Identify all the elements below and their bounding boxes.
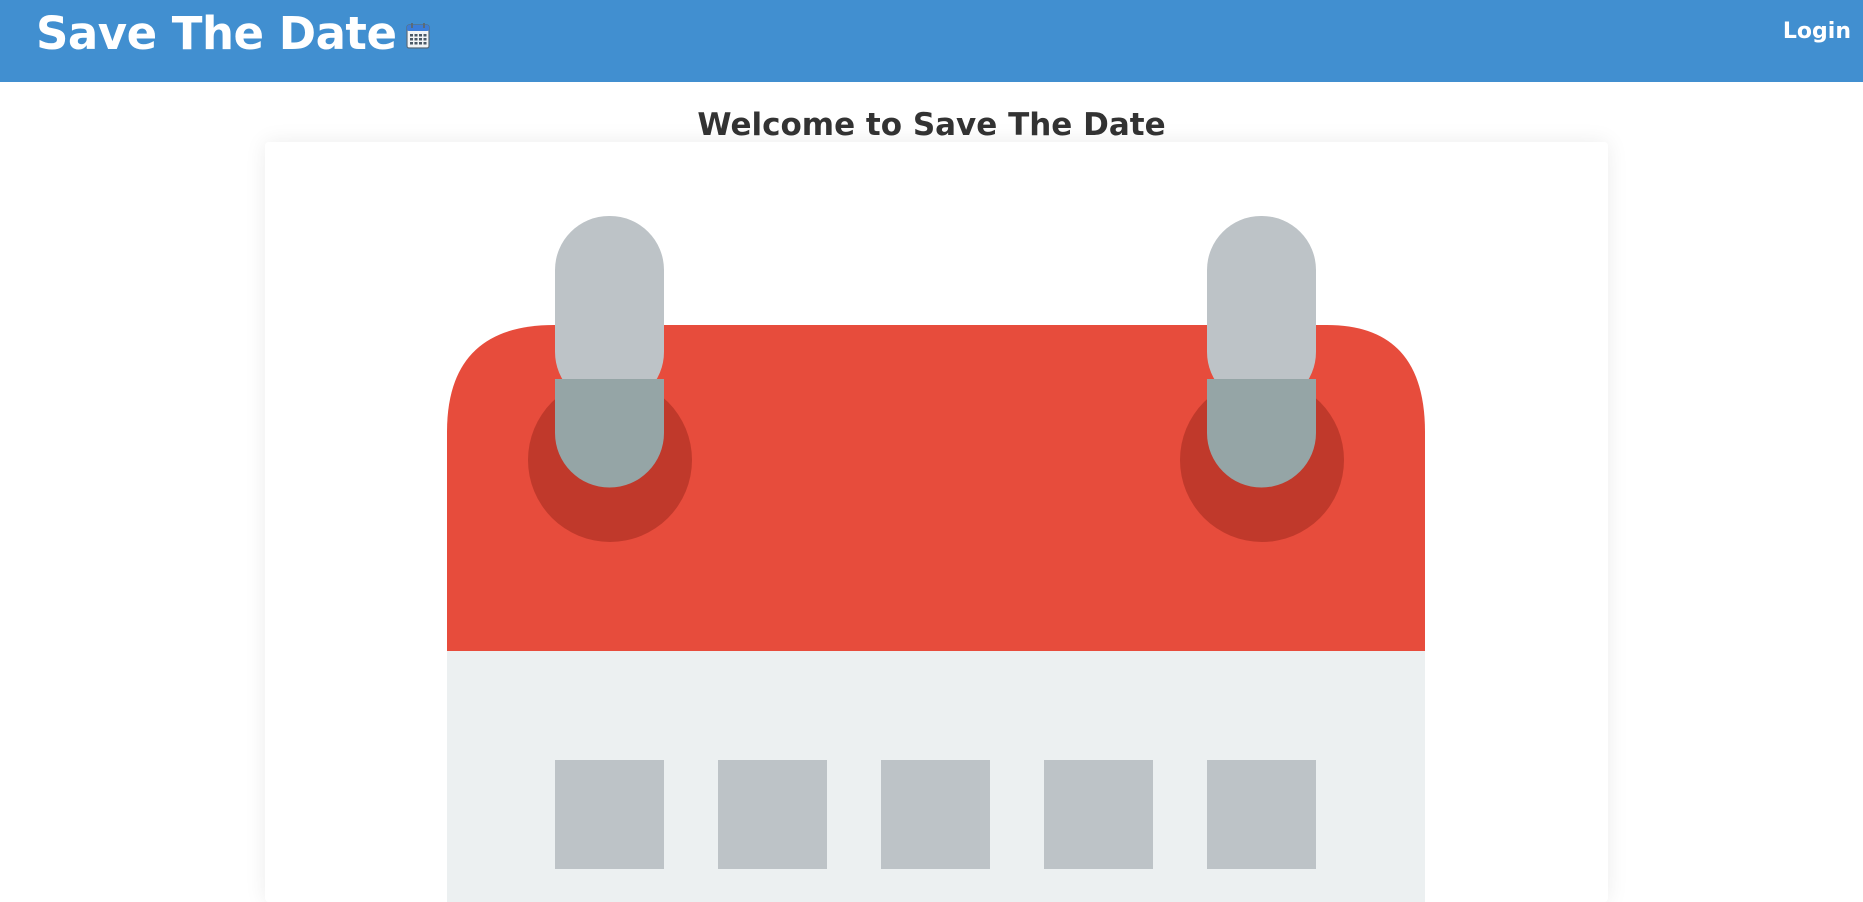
top-navbar: Save The Date Login	[0, 0, 1863, 82]
hero-card	[265, 142, 1608, 902]
login-link[interactable]: Login	[1783, 17, 1851, 47]
day-cell	[881, 760, 990, 869]
ring-left-bottom	[555, 379, 664, 488]
ring-right-top	[1207, 216, 1316, 406]
brand-title: Save The Date	[36, 7, 397, 60]
brand-link[interactable]: Save The Date	[36, 7, 431, 61]
ring-left-top	[555, 216, 664, 406]
ring-right-bottom	[1207, 379, 1316, 488]
day-cell	[1207, 760, 1316, 869]
day-cell	[1044, 760, 1153, 869]
day-cell	[555, 760, 664, 869]
calendar-icon	[406, 23, 431, 49]
page-title: Welcome to Save The Date	[697, 107, 1166, 143]
calendar-icon	[447, 216, 1425, 902]
day-cell	[718, 760, 827, 869]
